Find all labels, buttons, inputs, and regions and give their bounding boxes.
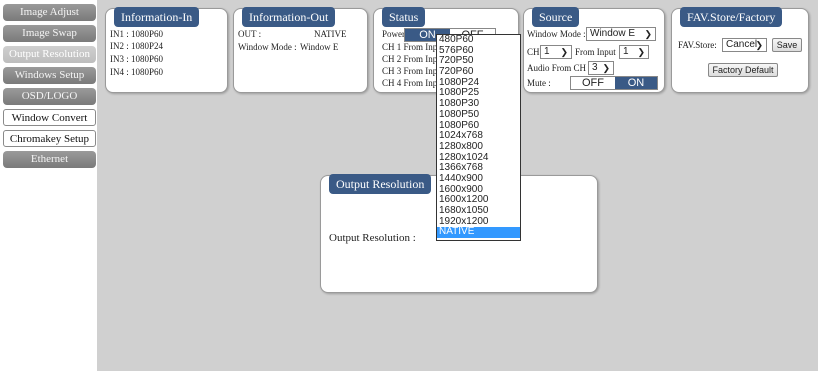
information-out-panel: Information-Out OUT : NATIVE Window Mode…: [233, 7, 368, 93]
info-in-line: IN1 : 1080P60: [110, 29, 164, 39]
sidebar-item-windows-setup[interactable]: Windows Setup: [3, 67, 96, 84]
save-button[interactable]: Save: [772, 38, 802, 52]
fav-store-title: FAV.Store/Factory: [680, 7, 783, 27]
info-in-line: IN4 : 1080P60: [110, 67, 164, 77]
chevron-down-icon: ❯: [755, 40, 763, 50]
chevron-down-icon: ❯: [644, 29, 652, 39]
chevron-down-icon: ❯: [560, 47, 568, 57]
output-resolution-label: Output Resolution :: [329, 232, 416, 244]
ch-select[interactable]: 1 ❯: [540, 45, 572, 59]
chevron-down-icon: ❯: [602, 63, 610, 73]
information-out-title: Information-Out: [242, 7, 336, 27]
fav-store-label: FAV.Store:: [678, 40, 717, 50]
from-input-value: 1: [623, 46, 629, 57]
from-input-label: From Input: [575, 47, 616, 57]
resolution-option[interactable]: 1280x800: [437, 141, 520, 153]
info-in-line: IN3 : 1080P60: [110, 54, 164, 64]
window-mode-value: Window E: [590, 28, 636, 39]
info-in-line: IN2 : 1080P24: [110, 41, 164, 51]
audio-from-ch-label: Audio From CH: [527, 63, 587, 73]
output-resolution-title: Output Resolution: [329, 174, 432, 194]
window-mode-label: Window Mode :: [238, 42, 297, 52]
window-mode-select[interactable]: Window E ❯: [586, 27, 656, 41]
fav-store-select[interactable]: Cancel ❯: [722, 38, 767, 52]
mute-on-option[interactable]: ON: [615, 77, 657, 89]
sidebar-item-image-adjust[interactable]: Image Adjust: [3, 4, 96, 21]
ch-label: CH: [527, 47, 540, 57]
window-mode-label: Window Mode :: [527, 29, 586, 39]
sidebar-item-ethernet[interactable]: Ethernet: [3, 151, 96, 168]
information-in-title: Information-In: [114, 7, 200, 27]
resolution-option[interactable]: 1080P50: [437, 109, 520, 121]
window-mode-value: Window E: [300, 42, 339, 52]
fav-store-value: Cancel: [726, 39, 758, 50]
mute-label: Mute :: [527, 78, 551, 88]
mute-toggle[interactable]: OFF ON: [570, 76, 658, 90]
sidebar-item-output-resolution[interactable]: Output Resolution: [3, 46, 96, 63]
ch-value: 1: [544, 46, 550, 57]
from-input-select[interactable]: 1 ❯: [619, 45, 649, 59]
source-title: Source: [532, 7, 580, 27]
ch-from-input-line: CH 3 From Inpu: [382, 66, 442, 76]
sidebar-item-chromakey-setup[interactable]: Chromakey Setup: [3, 130, 96, 147]
sidebar-item-image-swap[interactable]: Image Swap: [3, 25, 96, 42]
output-resolution-dropdown[interactable]: 480P60 576P60 720P50 720P60 1080P24 1080P25 10…: [436, 34, 521, 241]
ch-from-input-line: CH 4 From Inpu: [382, 78, 442, 88]
sidebar-item-window-convert[interactable]: Window Convert: [3, 109, 96, 126]
status-title: Status: [382, 7, 426, 27]
chevron-down-icon: ❯: [637, 47, 645, 57]
out-label: OUT :: [238, 29, 262, 39]
audio-value: 3: [592, 62, 598, 73]
ch-from-input-line: CH 1 From Inpu: [382, 42, 442, 52]
mute-off-option[interactable]: OFF: [571, 77, 615, 89]
factory-default-button[interactable]: Factory Default: [708, 63, 778, 77]
fav-store-panel: FAV.Store/Factory FAV.Store: Cancel ❯ Sav…: [671, 7, 809, 93]
ch-from-input-line: CH 2 From Inpu: [382, 54, 442, 64]
sidebar: Image Adjust Image Swap Output Resolutio…: [0, 0, 97, 371]
resolution-option[interactable]: NATIVE: [437, 227, 520, 239]
sidebar-item-osd-logo-settings[interactable]: OSD/LOGO Settings: [3, 88, 96, 119]
source-panel: Source Window Mode : Window E ❯ CH 1 ❯ Fro…: [523, 7, 665, 93]
information-in-panel: Information-In IN1 : 1080P60 IN2 : 1080P…: [105, 7, 228, 93]
audio-from-ch-select[interactable]: 3 ❯: [588, 61, 614, 75]
out-value: NATIVE: [314, 29, 347, 39]
